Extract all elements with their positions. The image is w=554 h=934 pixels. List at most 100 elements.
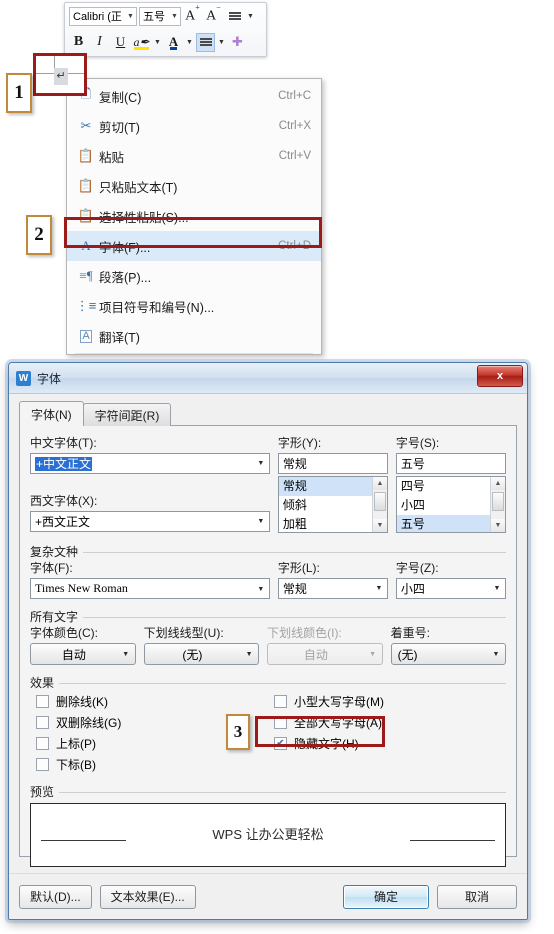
line-spacing-icon[interactable] — [225, 7, 244, 26]
chevron-down-icon[interactable]: ▼ — [489, 585, 505, 592]
font-size-value: 五号 — [400, 457, 425, 471]
align-icon[interactable] — [196, 32, 215, 52]
font-name-combo[interactable]: Calibri (正 ▼ — [69, 6, 137, 26]
complex-size-combo[interactable]: 小四 ▼ — [395, 578, 506, 599]
checkbox-box[interactable] — [36, 758, 49, 771]
scroll-down-icon[interactable]: ▼ — [372, 519, 387, 532]
chinese-font-label: 中文字体(T): — [30, 436, 97, 450]
ok-button[interactable]: 确定 — [343, 884, 429, 909]
list-item[interactable]: 加粗 — [279, 515, 372, 532]
scroll-down-icon[interactable]: ▼ — [490, 519, 505, 532]
font-size-scrollbar[interactable]: ▲ ▼ — [489, 477, 505, 532]
font-size-listbox[interactable]: 四号 小四 五号 ▲ ▼ — [395, 476, 506, 533]
chevron-down-icon[interactable]: ▼ — [169, 13, 180, 20]
list-item[interactable]: 五号 — [396, 515, 490, 532]
cancel-button[interactable]: 取消 — [437, 884, 517, 909]
font-dialog: W 字体 x 字体(N) 字符间距(R) 中文字体(T): +中文正文 ▼ 西文… — [8, 362, 528, 920]
list-item[interactable]: 小四 — [397, 496, 490, 515]
font-size-input[interactable]: 五号 — [395, 453, 506, 474]
underline-color-combo: 自动 ▼ — [267, 643, 383, 665]
wps-writer-icon: W — [16, 370, 31, 386]
chevron-down-icon[interactable]: ▼ — [117, 651, 135, 658]
complex-style-combo[interactable]: 常规 ▼ — [277, 578, 388, 599]
tab-character-spacing[interactable]: 字符间距(R) — [82, 403, 172, 426]
chevron-down-icon[interactable]: ▼ — [253, 585, 269, 593]
menu-item-paste-text-only[interactable]: 📋 只粘贴文本(T) — [67, 171, 321, 201]
chevron-down-icon[interactable]: ▼ — [246, 7, 255, 26]
complex-size-value: 小四 — [400, 582, 425, 596]
chevron-down-icon[interactable]: ▼ — [253, 460, 269, 467]
mini-formatting-toolbar: Calibri (正 ▼ 五号 ▼ A+ A− ▼ B I U a✒ ▼ A ▼… — [64, 2, 267, 57]
close-icon[interactable]: x — [477, 365, 523, 387]
font-color-combo[interactable]: 自动 ▼ — [30, 643, 136, 665]
font-style-scrollbar[interactable]: ▲ ▼ — [371, 477, 387, 532]
font-color-label: 字体颜色(C): — [30, 626, 98, 640]
menu-item-bullets-numbering[interactable]: ⋮≡ 项目符号和编号(N)... — [67, 291, 321, 321]
bullets-icon: ⋮≡ — [75, 298, 97, 313]
font-style-listbox[interactable]: 常规 倾斜 加粗 ▲ ▼ — [277, 476, 388, 533]
checkbox-box[interactable] — [36, 737, 49, 750]
group-divider — [30, 792, 506, 793]
chevron-down-icon[interactable]: ▼ — [371, 585, 387, 592]
chevron-down-icon[interactable]: ▼ — [487, 651, 505, 658]
complex-size-label: 字号(Z): — [395, 561, 439, 575]
menu-item-label: 项目符号和编号(N)... — [99, 300, 215, 315]
checkbox-box[interactable] — [36, 716, 49, 729]
menu-item-translate[interactable]: A 翻译(T) — [67, 321, 321, 351]
chinese-font-combo[interactable]: +中文正文 ▼ — [30, 453, 270, 474]
chevron-down-icon[interactable]: ▼ — [253, 518, 269, 525]
scroll-up-icon[interactable]: ▲ — [490, 477, 505, 490]
font-color-icon[interactable]: A — [164, 33, 183, 52]
complex-style-column: 字形(L): 常规 ▼ — [277, 559, 388, 599]
decrease-font-size-icon[interactable]: A− — [204, 3, 223, 26]
group-divider — [30, 617, 506, 618]
emphasis-mark-combo[interactable]: (无) ▼ — [390, 643, 507, 665]
scroll-up-icon[interactable]: ▲ — [372, 477, 387, 490]
list-item[interactable]: 倾斜 — [279, 496, 372, 515]
chevron-down-icon[interactable]: ▼ — [125, 13, 136, 20]
scrollbar-thumb[interactable] — [491, 492, 504, 511]
menu-item-paragraph[interactable]: ≡¶ 段落(P)... — [67, 261, 321, 291]
checkbox-subscript[interactable]: 下标(B) — [36, 754, 266, 775]
checkbox-strikethrough[interactable]: 删除线(K) — [36, 691, 266, 712]
complex-style-value: 常规 — [282, 582, 307, 596]
italic-button[interactable]: I — [90, 33, 109, 52]
text-effects-button[interactable]: 文本效果(E)... — [99, 884, 196, 909]
emphasis-mark-column: 着重号: (无) ▼ — [390, 624, 507, 665]
default-button[interactable]: 默认(D)... — [19, 884, 92, 909]
menu-item-shortcut: Ctrl+V — [278, 150, 311, 162]
font-size-combo[interactable]: 五号 ▼ — [139, 6, 181, 26]
font-style-input[interactable]: 常规 — [277, 453, 388, 474]
annotation-marker-1: 1 — [6, 73, 32, 113]
checkbox-small-caps[interactable]: 小型大写字母(M) — [274, 691, 504, 712]
checkbox-box[interactable] — [36, 695, 49, 708]
bold-button[interactable]: B — [69, 33, 88, 52]
checkbox-box[interactable] — [274, 695, 287, 708]
western-font-combo[interactable]: +西文正文 ▼ — [30, 511, 270, 532]
group-title: 所有文字 — [30, 608, 84, 625]
font-style-value: 常规 — [282, 457, 307, 471]
chevron-down-icon[interactable]: ▼ — [217, 33, 226, 52]
underline-style-combo[interactable]: (无) ▼ — [143, 643, 260, 665]
chevron-down-icon[interactable]: ▼ — [240, 651, 258, 658]
list-item[interactable]: 四号 — [397, 477, 490, 496]
chevron-down-icon[interactable]: ▼ — [185, 33, 194, 52]
menu-item-paste[interactable]: 📋 粘贴 Ctrl+V — [67, 141, 321, 171]
underline-button[interactable]: U — [111, 33, 130, 52]
tab-font[interactable]: 字体(N) — [19, 401, 84, 426]
menu-item-cut[interactable]: ✂ 剪切(T) Ctrl+X — [67, 111, 321, 141]
chevron-down-icon[interactable]: ▼ — [153, 33, 162, 52]
increase-font-size-icon[interactable]: A+ — [183, 3, 202, 26]
menu-item-label: 只粘贴文本(T) — [99, 180, 178, 195]
group-divider — [30, 552, 506, 553]
format-painter-icon[interactable]: ✚ — [228, 33, 247, 52]
menu-item-label: 剪切(T) — [99, 120, 140, 135]
text-highlight-icon[interactable]: a✒ — [132, 33, 151, 52]
chevron-down-icon: ▼ — [369, 650, 377, 658]
annotation-marker-2: 2 — [26, 215, 52, 255]
scrollbar-thumb[interactable] — [373, 492, 386, 511]
complex-font-combo[interactable]: Times New Roman ▼ — [30, 578, 270, 599]
list-item[interactable]: 常规 — [278, 477, 372, 496]
menu-item-copy[interactable]: 🗋 复制(C) Ctrl+C — [67, 81, 321, 111]
group-title: 复杂文种 — [30, 543, 84, 560]
